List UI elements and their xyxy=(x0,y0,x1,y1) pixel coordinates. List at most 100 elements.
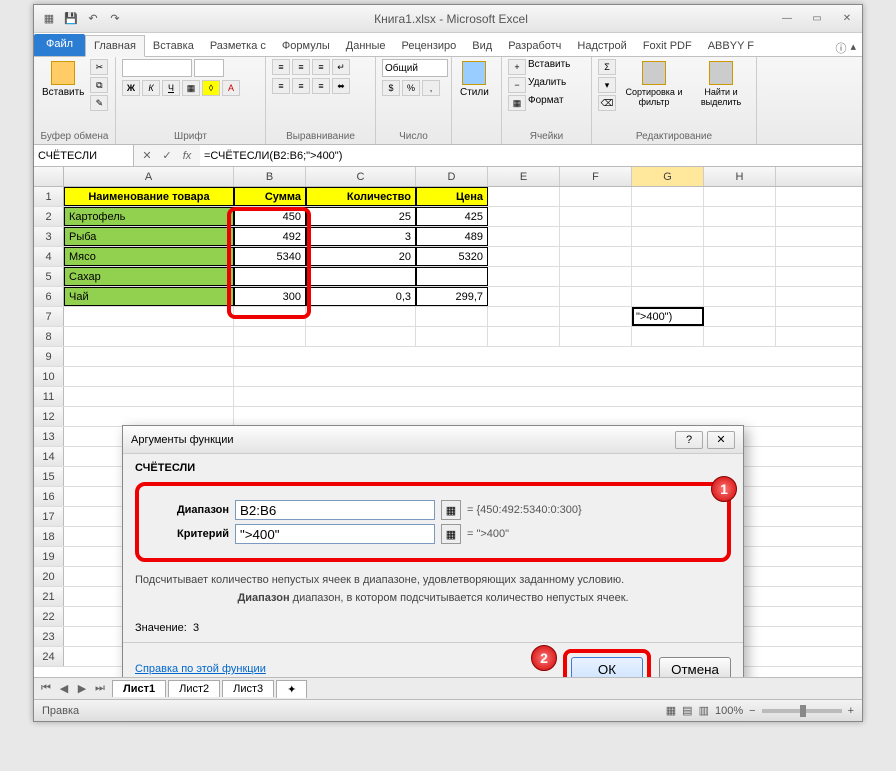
align-top-button[interactable]: ≡ xyxy=(272,59,290,75)
formula-input[interactable]: =СЧЁТЕСЛИ(B2:B6;">400") xyxy=(200,145,862,166)
cell[interactable]: Картофель xyxy=(64,207,234,226)
cut-icon[interactable]: ✂ xyxy=(90,59,108,75)
accept-formula-icon[interactable]: ✓ xyxy=(158,147,176,165)
active-cell[interactable]: ">400") xyxy=(632,307,704,326)
tab-foxit[interactable]: Foxit PDF xyxy=(635,36,700,56)
sheet-nav-last-icon[interactable]: ⏭ xyxy=(92,682,108,695)
tab-developer[interactable]: Разработч xyxy=(500,36,569,56)
number-format-select[interactable] xyxy=(382,59,448,77)
cell[interactable]: 25 xyxy=(306,207,416,226)
insert-cells-button[interactable]: + xyxy=(508,59,526,75)
tab-insert[interactable]: Вставка xyxy=(145,36,202,56)
zoom-in-button[interactable]: + xyxy=(848,705,854,717)
col-header[interactable]: F xyxy=(560,167,632,186)
sheet-tab[interactable]: Лист2 xyxy=(168,680,220,697)
tab-view[interactable]: Вид xyxy=(464,36,500,56)
comma-button[interactable]: , xyxy=(422,80,440,96)
row-header[interactable]: 1 xyxy=(34,187,64,206)
view-break-icon[interactable]: ▥ xyxy=(699,704,709,717)
redo-icon[interactable]: ↷ xyxy=(106,10,124,28)
select-all-corner[interactable] xyxy=(34,167,64,186)
range-ref-button[interactable]: ▦ xyxy=(441,500,461,520)
col-header[interactable]: B xyxy=(234,167,306,186)
cell[interactable]: Сумма xyxy=(234,187,306,206)
close-button[interactable]: ✕ xyxy=(832,9,862,29)
format-painter-icon[interactable]: ✎ xyxy=(90,95,108,111)
cell[interactable]: Наименование товара xyxy=(64,187,234,206)
view-layout-icon[interactable]: ▤ xyxy=(682,704,692,717)
underline-button[interactable]: Ч xyxy=(162,80,180,96)
fill-color-button[interactable]: ◊ xyxy=(202,80,220,96)
zoom-out-button[interactable]: − xyxy=(749,705,755,717)
align-bot-button[interactable]: ≡ xyxy=(312,59,330,75)
align-mid-button[interactable]: ≡ xyxy=(292,59,310,75)
maximize-button[interactable]: ▭ xyxy=(802,9,832,29)
align-center-button[interactable]: ≡ xyxy=(292,78,310,94)
autosum-button[interactable]: Σ xyxy=(598,59,616,75)
ribbon-min-icon[interactable]: ▴ xyxy=(850,40,856,56)
merge-button[interactable]: ⬌ xyxy=(332,78,350,94)
copy-icon[interactable]: ⧉ xyxy=(90,77,108,93)
cell[interactable]: 425 xyxy=(416,207,488,226)
view-normal-icon[interactable]: ▦ xyxy=(666,704,676,717)
paste-button[interactable]: Вставить xyxy=(40,59,86,100)
sort-filter-button[interactable]: Сортировка и фильтр xyxy=(620,59,688,109)
dialog-close-button[interactable]: ✕ xyxy=(707,431,735,449)
cell[interactable]: 450 xyxy=(234,207,306,226)
styles-button[interactable]: Стили xyxy=(458,59,491,100)
sheet-tab[interactable]: Лист3 xyxy=(222,680,274,697)
find-select-button[interactable]: Найти и выделить xyxy=(692,59,750,109)
col-header[interactable]: E xyxy=(488,167,560,186)
fx-icon[interactable]: fx xyxy=(178,147,196,165)
arg-criteria-input[interactable] xyxy=(235,524,435,544)
clear-button[interactable]: ⌫ xyxy=(598,95,616,111)
minimize-button[interactable]: — xyxy=(772,9,802,29)
border-button[interactable]: ▦ xyxy=(182,80,200,96)
tab-addins[interactable]: Надстрой xyxy=(569,36,634,56)
cancel-formula-icon[interactable]: ✕ xyxy=(138,147,156,165)
col-header[interactable]: D xyxy=(416,167,488,186)
tab-home[interactable]: Главная xyxy=(85,35,145,57)
fill-button[interactable]: ▾ xyxy=(598,77,616,93)
font-select[interactable] xyxy=(122,59,192,77)
format-cells-button[interactable]: ▦ xyxy=(508,95,526,111)
help-link[interactable]: Справка по этой функции xyxy=(135,663,266,675)
align-left-button[interactable]: ≡ xyxy=(272,78,290,94)
name-box[interactable]: СЧЁТЕСЛИ xyxy=(34,145,134,166)
dialog-help-button[interactable]: ? xyxy=(675,431,703,449)
col-header[interactable]: C xyxy=(306,167,416,186)
sheet-tab[interactable]: Лист1 xyxy=(112,680,166,697)
sheet-nav-first-icon[interactable]: ⏮ xyxy=(38,682,54,695)
tab-review[interactable]: Рецензиро xyxy=(394,36,465,56)
file-tab[interactable]: Файл xyxy=(34,34,85,56)
sheet-nav-prev-icon[interactable]: ◀ xyxy=(56,682,72,695)
tab-abbyy[interactable]: ABBYY F xyxy=(700,36,762,56)
zoom-slider[interactable] xyxy=(762,709,842,713)
tab-formulas[interactable]: Формулы xyxy=(274,36,338,56)
delete-cells-button[interactable]: − xyxy=(508,77,526,93)
zoom-level[interactable]: 100% xyxy=(715,705,743,717)
save-icon[interactable]: 💾 xyxy=(62,10,80,28)
italic-button[interactable]: К xyxy=(142,80,160,96)
tab-layout[interactable]: Разметка с xyxy=(202,36,274,56)
size-select[interactable] xyxy=(194,59,224,77)
col-header[interactable]: A xyxy=(64,167,234,186)
align-right-button[interactable]: ≡ xyxy=(312,78,330,94)
undo-icon[interactable]: ↶ xyxy=(84,10,102,28)
new-sheet-button[interactable]: ✦ xyxy=(276,680,307,698)
arg-range-input[interactable] xyxy=(235,500,435,520)
col-header[interactable]: H xyxy=(704,167,776,186)
cell[interactable]: Количество xyxy=(306,187,416,206)
help-icon[interactable]: ⓘ xyxy=(835,40,846,56)
wrap-text-button[interactable]: ↵ xyxy=(332,59,350,75)
sheet-nav-next-icon[interactable]: ▶ xyxy=(74,682,90,695)
bold-button[interactable]: Ж xyxy=(122,80,140,96)
cell[interactable]: Цена xyxy=(416,187,488,206)
col-header[interactable]: G xyxy=(632,167,704,186)
worksheet-grid[interactable]: A B C D E F G H 1 Наименование товара Су… xyxy=(34,167,862,667)
currency-button[interactable]: $ xyxy=(382,80,400,96)
criteria-ref-button[interactable]: ▦ xyxy=(441,524,461,544)
percent-button[interactable]: % xyxy=(402,80,420,96)
font-color-button[interactable]: A xyxy=(222,80,240,96)
tab-data[interactable]: Данные xyxy=(338,36,394,56)
